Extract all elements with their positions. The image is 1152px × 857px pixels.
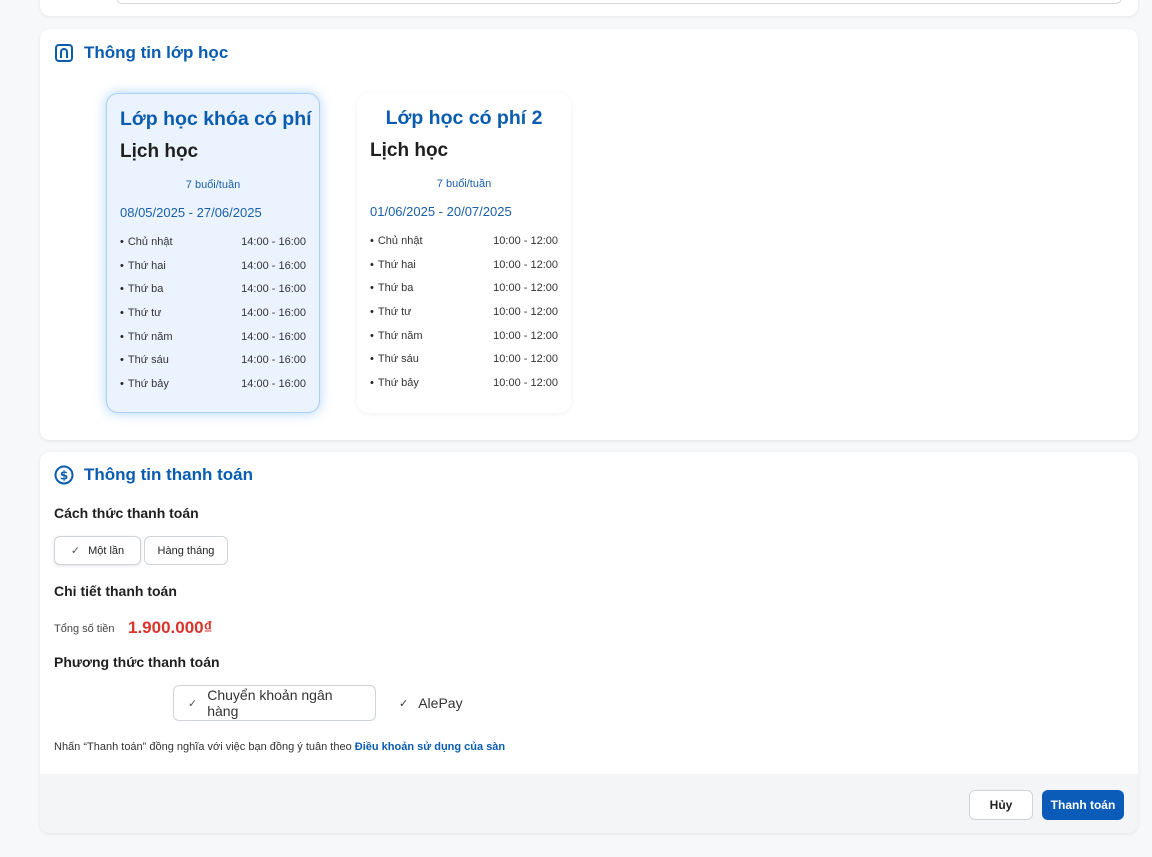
schedule-time: 14:00 - 16:00 bbox=[241, 377, 306, 390]
schedule-list: Chủ nhật 14:00 - 16:00 Thứ hai 14:00 - 16:… bbox=[120, 230, 306, 396]
schedule-day: Thứ hai bbox=[120, 260, 166, 272]
schedule-row: Chủ nhật 10:00 - 12:00 bbox=[370, 229, 558, 253]
schedule-time: 14:00 - 16:00 bbox=[241, 306, 306, 319]
schedule-row: Thứ sáu 10:00 - 12:00 bbox=[370, 347, 558, 371]
schedule-row: Thứ hai 10:00 - 12:00 bbox=[370, 253, 558, 277]
schedule-row: Thứ bảy 14:00 - 16:00 bbox=[120, 372, 306, 396]
schedule-time: 14:00 - 16:00 bbox=[241, 259, 306, 272]
schedule-time: 10:00 - 12:00 bbox=[493, 258, 558, 271]
schedule-row: Chủ nhật 14:00 - 16:00 bbox=[120, 230, 306, 254]
schedule-day: Thứ tư bbox=[370, 306, 412, 318]
class-info-title: Thông tin lớp học bbox=[84, 43, 229, 62]
payment-info-header: $ Thông tin thanh toán bbox=[54, 465, 253, 485]
schedule-time: 10:00 - 12:00 bbox=[493, 329, 558, 342]
schedule-date-range: 08/05/2025 - 27/06/2025 bbox=[120, 205, 262, 220]
schedule-day: Thứ hai bbox=[370, 259, 416, 271]
schedule-day: Chủ nhật bbox=[370, 235, 423, 247]
payment-detail-label: Chi tiết thanh toán bbox=[54, 583, 177, 599]
schedule-frequency: 7 buổi/tuần bbox=[436, 178, 492, 190]
bank-transfer-label: Chuyển khoản ngân hàng bbox=[207, 687, 333, 719]
previous-section-card bbox=[40, 0, 1138, 16]
check-icon: ✓ bbox=[70, 545, 81, 557]
schedule-time: 10:00 - 12:00 bbox=[493, 305, 558, 318]
schedule-row: Thứ ba 14:00 - 16:00 bbox=[120, 277, 306, 301]
schedule-time: 14:00 - 16:00 bbox=[241, 354, 306, 367]
schedule-list: Chủ nhật 10:00 - 12:00 Thứ hai 10:00 - 12:… bbox=[370, 229, 558, 395]
check-icon: ✓ bbox=[399, 697, 409, 710]
alepay-button[interactable]: ✓ AlePay bbox=[385, 685, 485, 721]
payment-info-card: $ Thông tin thanh toán Cách thức thanh t… bbox=[40, 452, 1138, 833]
classroom-icon bbox=[54, 43, 74, 63]
terms-text: Nhấn “Thanh toán” đồng nghĩa với việc bạ… bbox=[54, 741, 352, 753]
cancel-button[interactable]: Hủy bbox=[969, 790, 1033, 820]
schedule-time: 14:00 - 16:00 bbox=[241, 330, 306, 343]
alepay-label: AlePay bbox=[418, 695, 463, 711]
schedule-frequency: 7 buổi/tuần bbox=[185, 179, 241, 191]
payment-method-label: Cách thức thanh toán bbox=[54, 505, 199, 521]
schedule-time: 14:00 - 16:00 bbox=[241, 235, 306, 248]
schedule-day: Thứ bảy bbox=[370, 377, 419, 389]
schedule-time: 10:00 - 12:00 bbox=[493, 353, 558, 366]
option-monthly-label: Hàng tháng bbox=[157, 544, 215, 557]
schedule-day: Thứ bảy bbox=[120, 378, 169, 390]
option-monthly-button[interactable]: Hàng tháng bbox=[144, 536, 228, 565]
payment-channel-label: Phương thức thanh toán bbox=[54, 654, 220, 670]
bank-transfer-button[interactable]: ✓ Chuyển khoản ngân hàng bbox=[173, 685, 376, 721]
schedule-day: Thứ sáu bbox=[370, 353, 419, 365]
schedule-row: Thứ tư 10:00 - 12:00 bbox=[370, 300, 558, 324]
schedule-row: Thứ sáu 14:00 - 16:00 bbox=[120, 348, 306, 372]
terms-link[interactable]: Điều khoản sử dụng của sàn bbox=[355, 741, 505, 753]
class-name: Lớp học có phí 2 bbox=[385, 107, 543, 129]
schedule-day: Chủ nhật bbox=[120, 236, 173, 248]
terms-notice: Nhấn “Thanh toán” đồng nghĩa với việc bạ… bbox=[54, 741, 505, 753]
class-option-1[interactable]: Lớp học khóa có phí Lịch học 7 buổi/tuần… bbox=[106, 93, 320, 413]
schedule-time: 10:00 - 12:00 bbox=[493, 282, 558, 295]
schedule-time: 14:00 - 16:00 bbox=[241, 283, 306, 296]
schedule-row: Thứ năm 10:00 - 12:00 bbox=[370, 324, 558, 348]
schedule-day: Thứ sáu bbox=[120, 354, 169, 366]
payment-footer: Hủy Thanh toán bbox=[40, 774, 1138, 833]
schedule-day: Thứ tư bbox=[120, 307, 162, 319]
schedule-row: Thứ ba 10:00 - 12:00 bbox=[370, 276, 558, 300]
schedule-row: Thứ năm 14:00 - 16:00 bbox=[120, 325, 306, 349]
schedule-row: Thứ tư 14:00 - 16:00 bbox=[120, 301, 306, 325]
dollar-circle-icon: $ bbox=[54, 465, 74, 485]
schedule-day: Thứ năm bbox=[370, 330, 423, 342]
total-value: 1.900.000₫ bbox=[128, 618, 213, 637]
class-info-header: Thông tin lớp học bbox=[54, 43, 228, 63]
schedule-title: Lịch học bbox=[120, 141, 199, 162]
option-once-button[interactable]: ✓ Một lần bbox=[54, 536, 141, 565]
pay-button[interactable]: Thanh toán bbox=[1042, 790, 1124, 820]
schedule-time: 10:00 - 12:00 bbox=[493, 376, 558, 389]
schedule-row: Thứ hai 14:00 - 16:00 bbox=[120, 254, 306, 278]
svg-text:$: $ bbox=[60, 469, 68, 483]
check-icon: ✓ bbox=[188, 697, 198, 710]
schedule-day: Thứ ba bbox=[370, 282, 414, 294]
payment-info-title: Thông tin thanh toán bbox=[84, 465, 254, 484]
class-option-2[interactable]: Lớp học có phí 2 Lịch học 7 buổi/tuần 01… bbox=[357, 93, 571, 413]
class-info-card: Thông tin lớp học Lớp học khóa có phí Lị… bbox=[40, 29, 1138, 440]
schedule-time: 10:00 - 12:00 bbox=[493, 234, 558, 247]
option-once-label: Một lần bbox=[88, 544, 125, 557]
schedule-row: Thứ bảy 10:00 - 12:00 bbox=[370, 371, 558, 395]
class-name: Lớp học khóa có phí bbox=[120, 108, 312, 130]
previous-input-field[interactable] bbox=[116, 0, 1122, 4]
schedule-date-range: 01/06/2025 - 20/07/2025 bbox=[370, 204, 512, 219]
schedule-day: Thứ ba bbox=[120, 283, 164, 295]
schedule-title: Lịch học bbox=[370, 140, 449, 161]
schedule-day: Thứ năm bbox=[120, 331, 173, 343]
total-label: Tổng số tiền bbox=[54, 623, 115, 635]
